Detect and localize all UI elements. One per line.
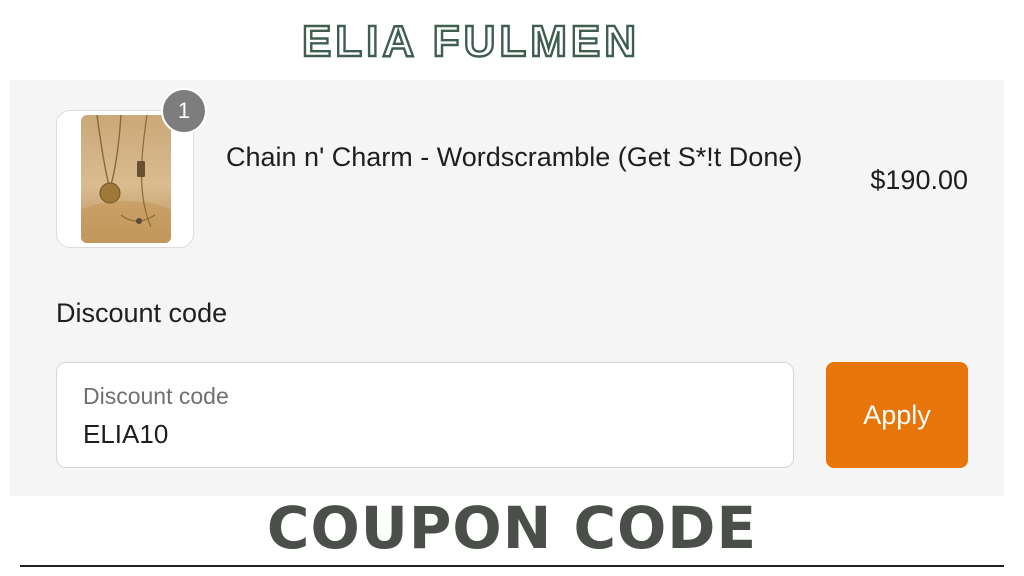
product-name: Chain n' Charm - Wordscramble (Get S*!t … (226, 142, 803, 172)
product-price: $190.00 (870, 165, 968, 195)
necklace-product-photo (81, 115, 171, 243)
apply-button[interactable]: Apply (826, 362, 968, 468)
brand-logo-wordmark: ELIA FULMEN (301, 16, 640, 67)
caption-divider (20, 565, 1004, 567)
discount-field-value[interactable]: ELIA10 (83, 419, 168, 450)
necklace-photo-icon (81, 115, 171, 243)
discount-field-label: Discount code (83, 383, 229, 409)
brand-logo: ELIA FULMEN (262, 0, 680, 80)
quantity-badge: 1 (161, 88, 207, 134)
discount-heading: Discount code (56, 298, 228, 328)
discount-code-input[interactable]: Discount code ELIA10 (56, 362, 794, 468)
coupon-caption: COUPON CODE (266, 494, 758, 562)
brand-name: ELIA FULMEN (302, 17, 640, 66)
